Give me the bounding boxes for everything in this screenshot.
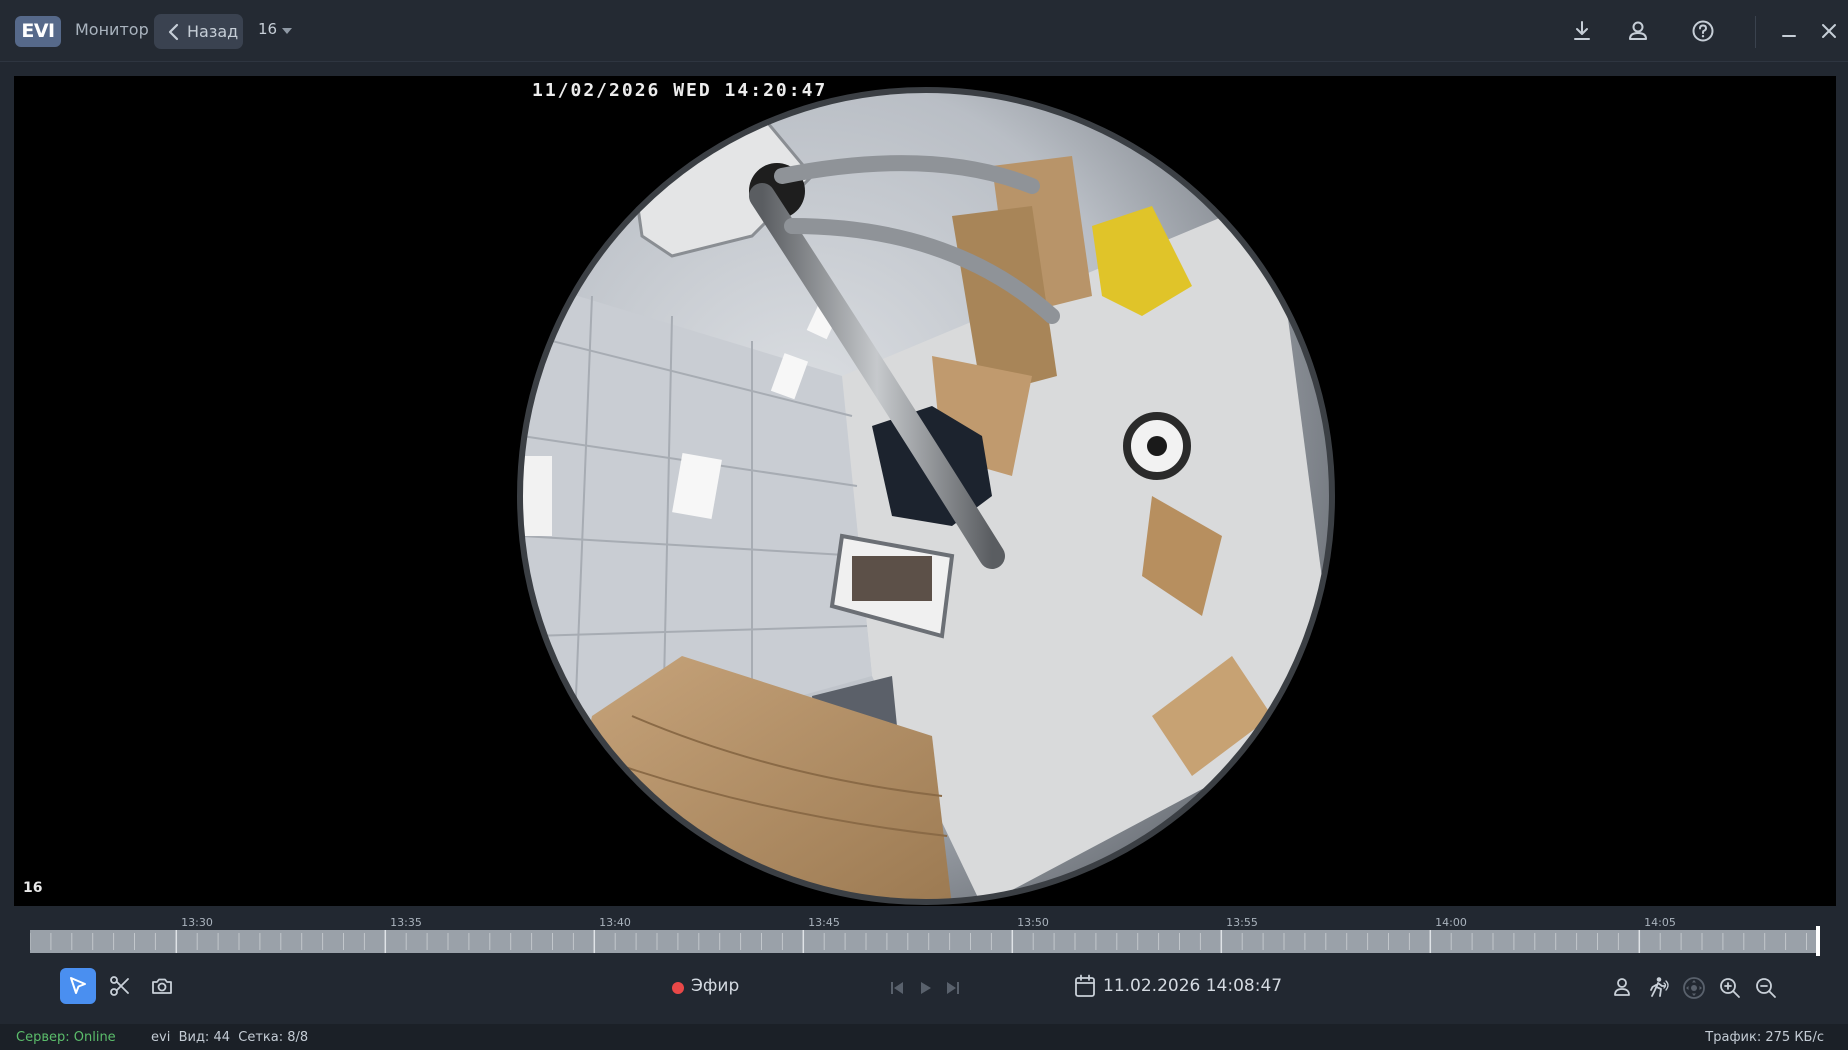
app-logo: EVI — [15, 16, 61, 47]
user-icon[interactable] — [1624, 17, 1652, 45]
timeline-label: 14:05 — [1644, 916, 1676, 929]
traffic-indicator: Трафик: 275 КБ/с — [1705, 1030, 1824, 1045]
camera-icon — [152, 978, 172, 994]
camera-select-value: 16 — [258, 20, 278, 38]
select-tool-button[interactable] — [60, 968, 96, 1004]
chevron-down-icon — [282, 28, 292, 34]
walking-person-icon — [1650, 977, 1669, 997]
person-detection-button[interactable] — [1608, 974, 1636, 1002]
nav-monitor-link[interactable]: Монитор — [75, 20, 149, 39]
zoom-in-icon — [1720, 978, 1740, 998]
osd-timestamp: 11/02/2026 WED 14:20:47 — [532, 80, 828, 101]
header-divider — [1755, 16, 1756, 48]
top-bar: EVI Монитор Назад 16 — [0, 0, 1848, 62]
fisheye-camera-image — [517, 87, 1335, 905]
live-label: Эфир — [691, 976, 740, 996]
session-info: evi Вид: 44 Сетка: 8/8 — [151, 1030, 308, 1045]
timeline-label: 13:50 — [1017, 916, 1049, 929]
timeline-label: 13:40 — [599, 916, 631, 929]
motion-detection-button[interactable] — [1644, 974, 1672, 1002]
back-button-label: Назад — [187, 22, 239, 41]
person-icon — [1614, 978, 1630, 996]
chevron-left-icon — [168, 23, 179, 41]
ptz-joystick-icon — [1683, 977, 1705, 999]
camera-select[interactable]: 16 — [258, 20, 292, 38]
ptz-control-button[interactable] — [1680, 974, 1708, 1002]
video-viewport[interactable]: 11/02/2026 WED 14:20:47 16 — [14, 76, 1836, 906]
timeline[interactable]: 13:30 13:35 13:40 13:45 13:50 13:55 14:0… — [30, 916, 1820, 956]
snapshot-button[interactable] — [144, 968, 180, 1004]
control-bar: Эфир 11.02.2026 14:08:47 — [0, 960, 1848, 1016]
skip-previous-icon — [891, 982, 903, 994]
skip-next-icon — [947, 982, 959, 994]
timeline-label: 13:35 — [390, 916, 422, 929]
calendar-icon — [1075, 974, 1095, 997]
close-icon[interactable] — [1815, 17, 1843, 45]
status-bar: Сервер: Online evi Вид: 44 Сетка: 8/8 Тр… — [0, 1024, 1848, 1050]
status-view: Вид: 44 — [178, 1030, 230, 1045]
zoom-out-icon — [1756, 978, 1776, 998]
download-icon[interactable] — [1568, 17, 1596, 45]
timeline-playhead[interactable] — [1816, 926, 1820, 956]
help-icon[interactable] — [1689, 17, 1717, 45]
skip-forward-button[interactable] — [943, 978, 963, 998]
play-button[interactable] — [915, 978, 935, 998]
cursor-arrow-icon — [70, 977, 86, 994]
zoom-in-button[interactable] — [1716, 974, 1744, 1002]
timeline-label: 13:55 — [1226, 916, 1258, 929]
timeline-label: 13:30 — [181, 916, 213, 929]
camera-number-label: 16 — [23, 880, 43, 896]
cut-clip-button[interactable] — [102, 968, 138, 1004]
datetime-value: 11.02.2026 14:08:47 — [1103, 976, 1283, 996]
status-grid: Сетка: 8/8 — [238, 1030, 309, 1045]
timeline-label: 13:45 — [808, 916, 840, 929]
live-indicator-icon — [672, 982, 684, 994]
scissors-icon — [110, 976, 129, 996]
timeline-ticks — [30, 930, 1807, 953]
timeline-label: 14:00 — [1435, 916, 1467, 929]
skip-back-button[interactable] — [887, 978, 907, 998]
status-user: evi — [151, 1030, 171, 1045]
server-status: Сервер: Online — [16, 1030, 116, 1045]
back-button[interactable]: Назад — [154, 14, 243, 49]
app-window: EVI Монитор Назад 16 11/02/2026 WED 14:2… — [0, 0, 1848, 1050]
zoom-out-button[interactable] — [1752, 974, 1780, 1002]
play-icon — [921, 982, 931, 994]
minimize-icon[interactable] — [1775, 17, 1803, 45]
